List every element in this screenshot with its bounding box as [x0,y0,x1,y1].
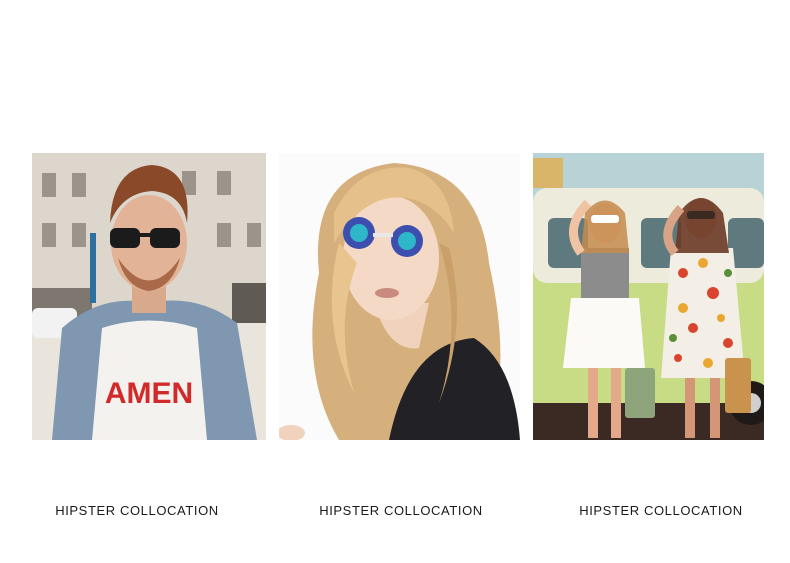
photo-caption: HIPSTER COLLOCATION [55,503,219,518]
man-with-sunglasses-photo: AMEN [32,153,266,440]
photo-caption: HIPSTER COLLOCATION [319,503,483,518]
shirt-print-text: AMEN [105,377,193,410]
two-women-by-green-van-photo [533,153,764,440]
photo-caption: HIPSTER COLLOCATION [579,503,743,518]
blonde-woman-with-mirrored-sunglasses-photo [279,153,520,440]
